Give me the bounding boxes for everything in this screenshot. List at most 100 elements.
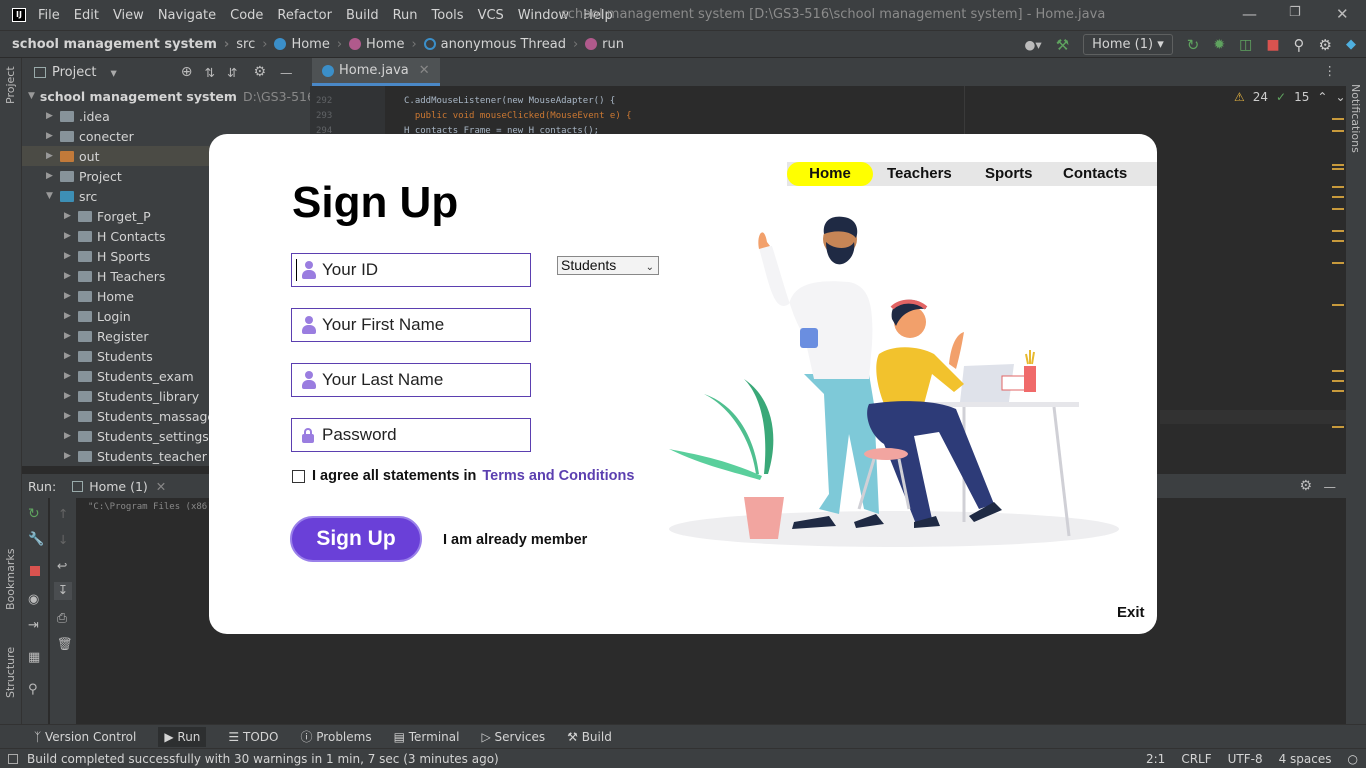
- pin-icon[interactable]: ⚲: [28, 682, 38, 697]
- jetbrains-icon[interactable]: ◆: [1346, 37, 1356, 52]
- chevron-right-icon[interactable]: ▶: [46, 151, 60, 161]
- run-tab-home[interactable]: Home (1) ✕: [72, 479, 166, 494]
- password-field[interactable]: Password: [291, 418, 531, 452]
- menu-vcs[interactable]: VCS: [478, 8, 504, 23]
- debug-icon[interactable]: ✹: [1213, 37, 1225, 53]
- chevron-right-icon[interactable]: ▶: [64, 211, 78, 221]
- signup-button[interactable]: Sign Up: [290, 516, 422, 562]
- id-field[interactable]: Your ID: [291, 253, 531, 287]
- chevron-right-icon[interactable]: ▶: [64, 291, 78, 301]
- inspection-widget[interactable]: ⚠ 24 ✓ 15 ⌃ ⌄: [1234, 90, 1346, 104]
- menu-file[interactable]: File: [38, 8, 60, 23]
- chevron-right-icon[interactable]: ▶: [46, 111, 60, 121]
- chevron-right-icon[interactable]: ▶: [46, 131, 60, 141]
- hide-pane-icon[interactable]: —: [1324, 479, 1337, 494]
- tree-item[interactable]: ▶ .idea: [22, 106, 310, 126]
- expand-all-icon[interactable]: ⇅: [205, 65, 215, 80]
- up-arrow-icon[interactable]: ↑: [58, 506, 68, 521]
- breadcrumb-anon-thread[interactable]: anonymous Thread ›: [423, 37, 586, 52]
- print-icon[interactable]: ⎙: [57, 610, 67, 626]
- exit-button[interactable]: Exit: [1117, 604, 1145, 621]
- chevron-right-icon[interactable]: ▶: [64, 311, 78, 321]
- stop-icon[interactable]: [30, 566, 40, 576]
- menu-view[interactable]: View: [113, 8, 144, 23]
- soft-wrap-icon[interactable]: ↩: [57, 558, 67, 573]
- first-name-field[interactable]: Your First Name: [291, 308, 531, 342]
- menu-code[interactable]: Code: [230, 8, 263, 23]
- gear-icon[interactable]: ⚙: [1319, 36, 1332, 54]
- restore-icon[interactable]: ❐: [1289, 5, 1301, 20]
- chevron-right-icon[interactable]: ▶: [64, 371, 78, 381]
- chevron-right-icon[interactable]: ▶: [64, 391, 78, 401]
- bookmarks-tool-tab[interactable]: Bookmarks: [4, 549, 17, 610]
- breadcrumb-run[interactable]: run: [585, 37, 624, 52]
- options-gear-icon[interactable]: ⚙: [253, 64, 266, 80]
- scroll-to-end-icon[interactable]: ↧: [54, 582, 72, 600]
- tab-build[interactable]: ⚒ Build: [567, 730, 612, 744]
- more-icon[interactable]: ⋮: [1324, 63, 1337, 78]
- chevron-right-icon[interactable]: ▶: [64, 431, 78, 441]
- close-icon[interactable]: ✕: [1336, 5, 1349, 23]
- project-tool-tab[interactable]: Project: [4, 66, 17, 104]
- collapse-all-icon[interactable]: ⇵: [227, 65, 237, 80]
- locate-icon[interactable]: ⊕: [181, 64, 193, 80]
- tab-home-java[interactable]: Home.java ✕: [312, 58, 440, 86]
- menu-refactor[interactable]: Refactor: [277, 8, 332, 23]
- breadcrumb-home-class[interactable]: Home ›: [274, 37, 349, 52]
- login-icon[interactable]: ⇥: [28, 618, 39, 633]
- chevron-right-icon[interactable]: ▶: [64, 451, 78, 461]
- tab-terminal[interactable]: ▤ Terminal: [394, 730, 460, 744]
- menu-run[interactable]: Run: [393, 8, 418, 23]
- nav-home[interactable]: Home: [787, 162, 873, 186]
- rerun-icon[interactable]: ↻: [28, 506, 40, 522]
- camera-icon[interactable]: ◉: [28, 592, 39, 607]
- chevron-right-icon[interactable]: ▶: [64, 231, 78, 241]
- chevron-down-icon[interactable]: ⌄: [1335, 90, 1345, 104]
- layout-icon[interactable]: ▦: [28, 650, 40, 665]
- user-icon[interactable]: ●▾: [1025, 37, 1042, 52]
- terms-link[interactable]: Terms and Conditions: [482, 468, 634, 484]
- coverage-icon[interactable]: ◫: [1239, 37, 1252, 53]
- structure-tool-tab[interactable]: Structure: [4, 647, 17, 698]
- hide-pane-icon[interactable]: —: [280, 65, 293, 80]
- chevron-down-icon[interactable]: ▼: [28, 91, 35, 101]
- rerun-icon[interactable]: ↻: [1187, 36, 1200, 54]
- project-view-select[interactable]: Project: [52, 65, 96, 80]
- chevron-right-icon[interactable]: ▶: [64, 251, 78, 261]
- already-member-link[interactable]: I am already member: [443, 532, 587, 548]
- chevron-down-icon[interactable]: ▾: [110, 65, 116, 80]
- role-select[interactable]: Students ⌄: [557, 256, 659, 275]
- tab-version-control[interactable]: ᛉ Version Control: [34, 730, 136, 744]
- menu-edit[interactable]: Edit: [74, 8, 99, 23]
- status-toggle-icon[interactable]: [8, 753, 18, 764]
- breadcrumb-src[interactable]: src ›: [236, 37, 274, 52]
- menu-tools[interactable]: Tools: [432, 8, 464, 23]
- stop-icon[interactable]: ■: [1266, 37, 1279, 53]
- last-name-field[interactable]: Your Last Name: [291, 363, 531, 397]
- tab-run[interactable]: ▶ Run: [158, 726, 207, 747]
- chevron-right-icon[interactable]: ▶: [64, 271, 78, 281]
- tree-root[interactable]: ▼ school management system D:\GS3-516\sc…: [22, 86, 310, 106]
- wrench-icon[interactable]: 🔧: [28, 532, 44, 547]
- chevron-right-icon[interactable]: ▶: [46, 171, 60, 181]
- chevron-up-icon[interactable]: ⌃: [1317, 90, 1327, 104]
- nav-sports[interactable]: Sports: [985, 162, 1033, 186]
- menu-build[interactable]: Build: [346, 8, 379, 23]
- notifications-tool-tab[interactable]: Notifications: [1349, 84, 1362, 153]
- close-tab-icon[interactable]: ✕: [156, 479, 166, 494]
- tab-todo[interactable]: ☰ TODO: [228, 730, 278, 744]
- chevron-right-icon[interactable]: ▶: [64, 351, 78, 361]
- close-tab-icon[interactable]: ✕: [419, 63, 430, 78]
- status-message[interactable]: Build completed successfully with 30 war…: [27, 752, 499, 766]
- caret-position[interactable]: 2:1: [1146, 752, 1165, 766]
- trash-icon[interactable]: 🗑: [57, 636, 73, 652]
- menu-navigate[interactable]: Navigate: [158, 8, 216, 23]
- line-separator[interactable]: CRLF: [1181, 752, 1211, 766]
- chevron-right-icon[interactable]: ▶: [64, 331, 78, 341]
- minimize-icon[interactable]: —: [1242, 5, 1257, 23]
- tab-services[interactable]: ▷ Services: [481, 730, 545, 744]
- build-hammer-icon[interactable]: ⚒: [1056, 36, 1069, 54]
- gear-icon[interactable]: ⚙: [1299, 478, 1312, 494]
- search-icon[interactable]: ⚲: [1294, 36, 1305, 54]
- chevron-right-icon[interactable]: ▶: [64, 411, 78, 421]
